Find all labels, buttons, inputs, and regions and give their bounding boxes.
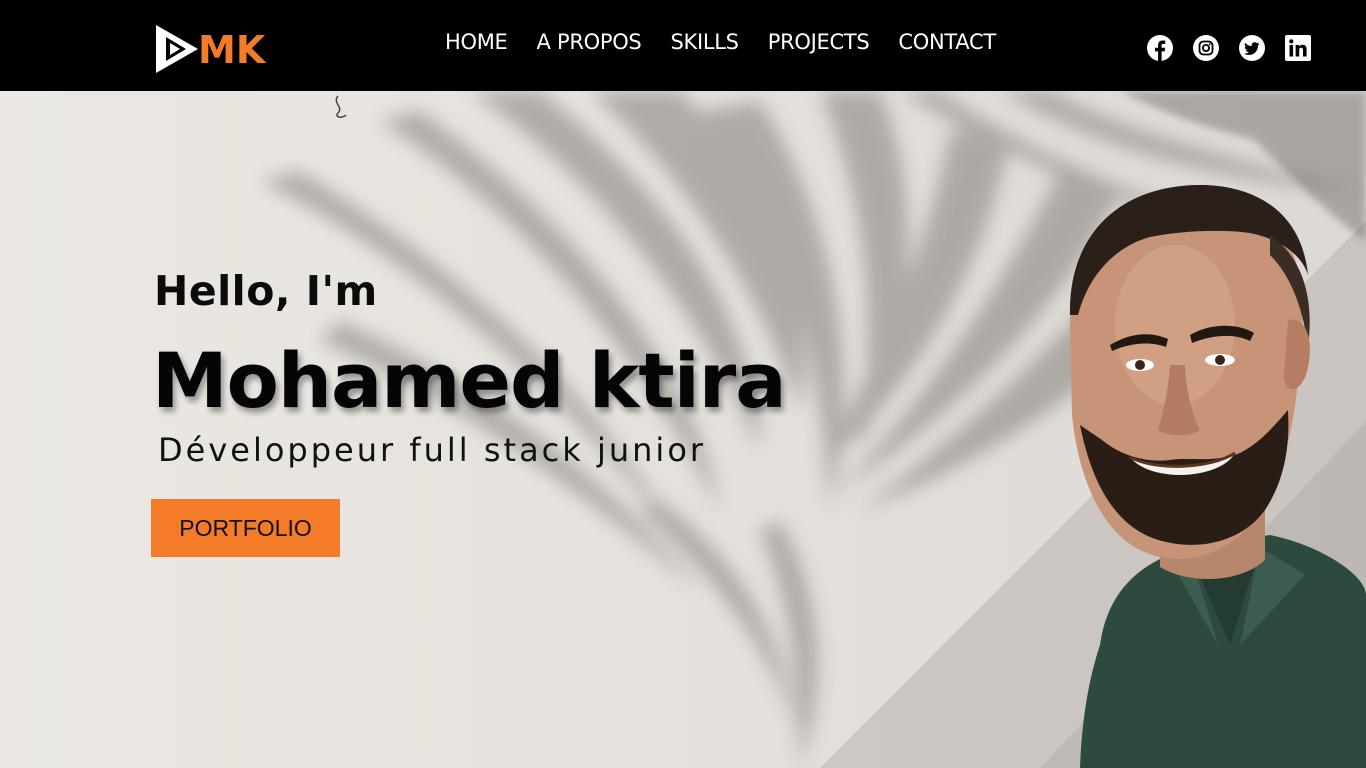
hero-greeting: Hello, I'm (154, 267, 378, 315)
twitter-icon[interactable] (1238, 34, 1266, 62)
linkedin-icon[interactable] (1284, 34, 1312, 62)
squiggle-mark (335, 95, 347, 118)
facebook-icon[interactable] (1146, 34, 1174, 62)
profile-photo (1069, 184, 1366, 768)
instagram-icon[interactable] (1192, 34, 1220, 62)
nav-projects[interactable]: PROJECTS (768, 30, 870, 54)
nav-home[interactable]: HOME (445, 30, 508, 54)
main-nav: HOME A PROPOS SKILLS PROJECTS CONTACT (445, 30, 996, 54)
hero-name: Mohamed ktira (152, 336, 787, 425)
social-links (1146, 34, 1312, 62)
hero-role: Développeur full stack junior (158, 431, 707, 469)
logo-text: MK (198, 28, 267, 72)
nav-contact[interactable]: CONTACT (898, 30, 996, 54)
site-logo[interactable]: MK (152, 21, 278, 77)
top-navbar: MK HOME A PROPOS SKILLS PROJECTS CONTACT (0, 0, 1366, 91)
hero-section: Hello, I'm Mohamed ktira Développeur ful… (0, 91, 1366, 768)
nav-skills[interactable]: SKILLS (670, 30, 739, 54)
portfolio-button[interactable]: PORTFOLIO (151, 499, 340, 557)
nav-a-propos[interactable]: A PROPOS (537, 30, 642, 54)
logo-play-icon: MK (156, 25, 267, 73)
